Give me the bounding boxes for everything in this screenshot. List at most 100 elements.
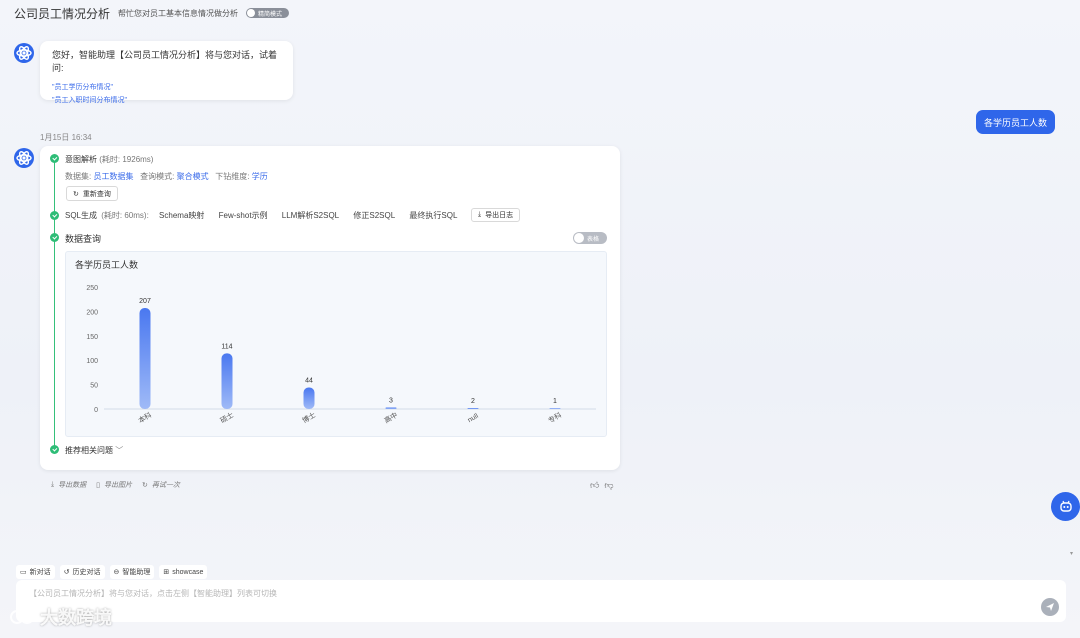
bot-avatar-icon — [14, 43, 34, 63]
sql-tab[interactable]: 最终执行SQL — [409, 211, 457, 220]
requery-label: 重新查询 — [82, 190, 111, 198]
data-label: 1 — [553, 398, 557, 405]
x-tick-label: 本科 — [136, 410, 153, 425]
feedback-buttons: 👍︎ 👎︎ — [590, 480, 614, 491]
drill-label: 下钻维度: — [215, 172, 250, 181]
data-label: 207 — [139, 298, 151, 305]
history-label: 历史对话 — [72, 569, 101, 576]
watermark-logo-icon — [10, 610, 34, 624]
export-data-button[interactable]: ⤓ 导出数据 — [51, 480, 86, 490]
chevron-down-icon: ﹀ — [115, 446, 124, 455]
mode-toggle-label: 精简模式 — [258, 11, 283, 18]
thumbs-down-icon[interactable]: 👎︎ — [604, 480, 613, 491]
download-icon: ⤓ — [478, 211, 482, 218]
intent-elapsed: (耗时: 1926ms) — [99, 155, 154, 164]
new-chat-label: 新对话 — [29, 569, 51, 576]
x-tick-label: null — [467, 412, 480, 424]
y-tick-label: 50 — [90, 383, 98, 390]
page-title: 公司员工情况分析 — [14, 6, 111, 21]
intent-step-header: 意图解析 (耗时: 1926ms) — [65, 154, 153, 165]
message-actions: ⤓ 导出数据 ▯ 导出图片 ↻ 再试一次 — [51, 480, 180, 490]
greeting-text: 您好，智能助理【公司员工情况分析】将与您对话，试着问: — [52, 50, 278, 73]
page-subtitle: 帮忙您对员工基本信息情况做分析 — [118, 8, 239, 18]
dataset-label: 数据集: — [65, 172, 92, 181]
floating-assistant-button[interactable] — [1051, 492, 1080, 521]
x-tick-label: 博士 — [300, 410, 317, 425]
intent-details: 数据集: 员工数据集 查询模式: 聚合模式 下钻维度: 学历 — [65, 171, 268, 182]
send-icon — [1046, 603, 1054, 611]
y-tick-label: 150 — [86, 334, 98, 341]
export-log-label: 导出日志 — [485, 212, 514, 219]
data-label: 114 — [221, 343, 232, 350]
suggestion-item[interactable]: "员工学历分布情况" — [52, 81, 281, 94]
retry-label: 再试一次 — [151, 482, 180, 489]
scroll-down-icon[interactable]: ▾ — [1070, 550, 1073, 557]
retry-button[interactable]: ↻ 再试一次 — [142, 480, 180, 490]
sql-title: SQL生成 — [65, 211, 98, 220]
export-log-button[interactable]: ⤓ 导出日志 — [471, 208, 521, 222]
query-mode-value[interactable]: 聚合模式 — [177, 172, 209, 181]
mode-toggle[interactable]: 精简模式 — [246, 8, 290, 18]
download-icon: ⤓ — [51, 481, 55, 488]
sql-tab[interactable]: LLM解析S2SQL — [282, 211, 339, 220]
intent-title: 意图解析 — [65, 155, 97, 164]
table-view-toggle[interactable]: 表格 — [573, 232, 607, 244]
sql-tab[interactable]: Few-shot示例 — [219, 211, 268, 220]
watermark: 大数跨境 — [8, 604, 112, 630]
showcase-label: showcase — [172, 568, 204, 576]
x-tick-label: 高中 — [382, 410, 399, 425]
suggestion-item[interactable]: "员工入职时间分布情况" — [52, 94, 281, 107]
new-chat-button[interactable]: ▭ 新对话 — [16, 565, 55, 579]
bar — [221, 353, 233, 409]
thumbs-up-icon[interactable]: 👍︎ — [590, 480, 599, 491]
assistant-label: 智能助理 — [122, 569, 151, 576]
chat-input-placeholder: 【公司员工情况分析】将与您对话，点击左侧【智能助理】列表可切换 — [29, 589, 277, 598]
y-tick-label: 100 — [86, 358, 98, 365]
refresh-icon: ↻ — [73, 190, 79, 198]
bottom-toolbar: ▭ 新对话 ↺ 历史对话 ⊖ 智能助理 ⊞ showcase — [16, 565, 208, 579]
y-tick-label: 0 — [94, 407, 98, 414]
chat-input[interactable]: 【公司员工情况分析】将与您对话，点击左侧【智能助理】列表可切换 — [16, 580, 1066, 622]
drill-value[interactable]: 学历 — [252, 172, 268, 181]
toggle-knob — [574, 233, 584, 243]
y-tick-label: 200 — [86, 309, 98, 316]
assistant-button[interactable]: ⊖ 智能助理 — [109, 565, 155, 579]
user-message-bubble: 各学历员工人数 — [976, 110, 1055, 134]
bar — [549, 408, 561, 409]
bar — [303, 387, 315, 409]
bar — [385, 407, 397, 409]
watermark-text: 大数跨境 — [40, 608, 112, 628]
query-title: 数据查询 — [65, 234, 102, 244]
history-icon: ↺ — [63, 569, 70, 576]
history-button[interactable]: ↺ 历史对话 — [59, 565, 105, 579]
requery-button[interactable]: ↻ 重新查询 — [66, 186, 118, 201]
sql-tab[interactable]: Schema映射 — [159, 211, 204, 220]
export-data-label: 导出数据 — [58, 482, 87, 489]
robot-icon — [1059, 500, 1072, 512]
check-icon — [50, 233, 59, 242]
bar-chart: 0 50 100 150 200 250 207 本科 114 硕士 44 博士 3 高中 2 null 1 专科 — [86, 285, 596, 425]
related-questions-toggle[interactable]: 推荐相关问题 ﹀ — [65, 445, 123, 456]
data-label: 3 — [389, 398, 393, 405]
bar — [467, 408, 479, 409]
bot-avatar-icon — [14, 148, 34, 168]
chat-icon: ▭ — [20, 569, 27, 576]
related-label: 推荐相关问题 — [65, 446, 113, 455]
showcase-button[interactable]: ⊞ showcase — [159, 565, 208, 579]
sql-step-header: SQL生成 (耗时: 60ms): Schema映射 Few-shot示例 LL… — [65, 210, 469, 221]
sql-elapsed: (耗时: 60ms): — [101, 211, 149, 220]
check-icon — [50, 445, 59, 454]
toggle-knob — [247, 9, 256, 17]
greeting-card: 您好，智能助理【公司员工情况分析】将与您对话，试着问: "员工学历分布情况" "… — [40, 41, 293, 104]
export-image-button[interactable]: ▯ 导出图片 — [96, 480, 132, 490]
export-image-label: 导出图片 — [103, 482, 132, 489]
x-tick-label: 硕士 — [218, 410, 235, 425]
send-button[interactable] — [1041, 598, 1059, 616]
dataset-value[interactable]: 员工数据集 — [93, 172, 133, 181]
assistant-icon: ⊖ — [113, 569, 120, 576]
data-label: 2 — [471, 398, 475, 405]
sql-tab[interactable]: 修正S2SQL — [353, 211, 395, 220]
step-timeline — [54, 159, 55, 449]
y-tick-label: 250 — [86, 285, 98, 292]
check-icon — [50, 154, 59, 163]
